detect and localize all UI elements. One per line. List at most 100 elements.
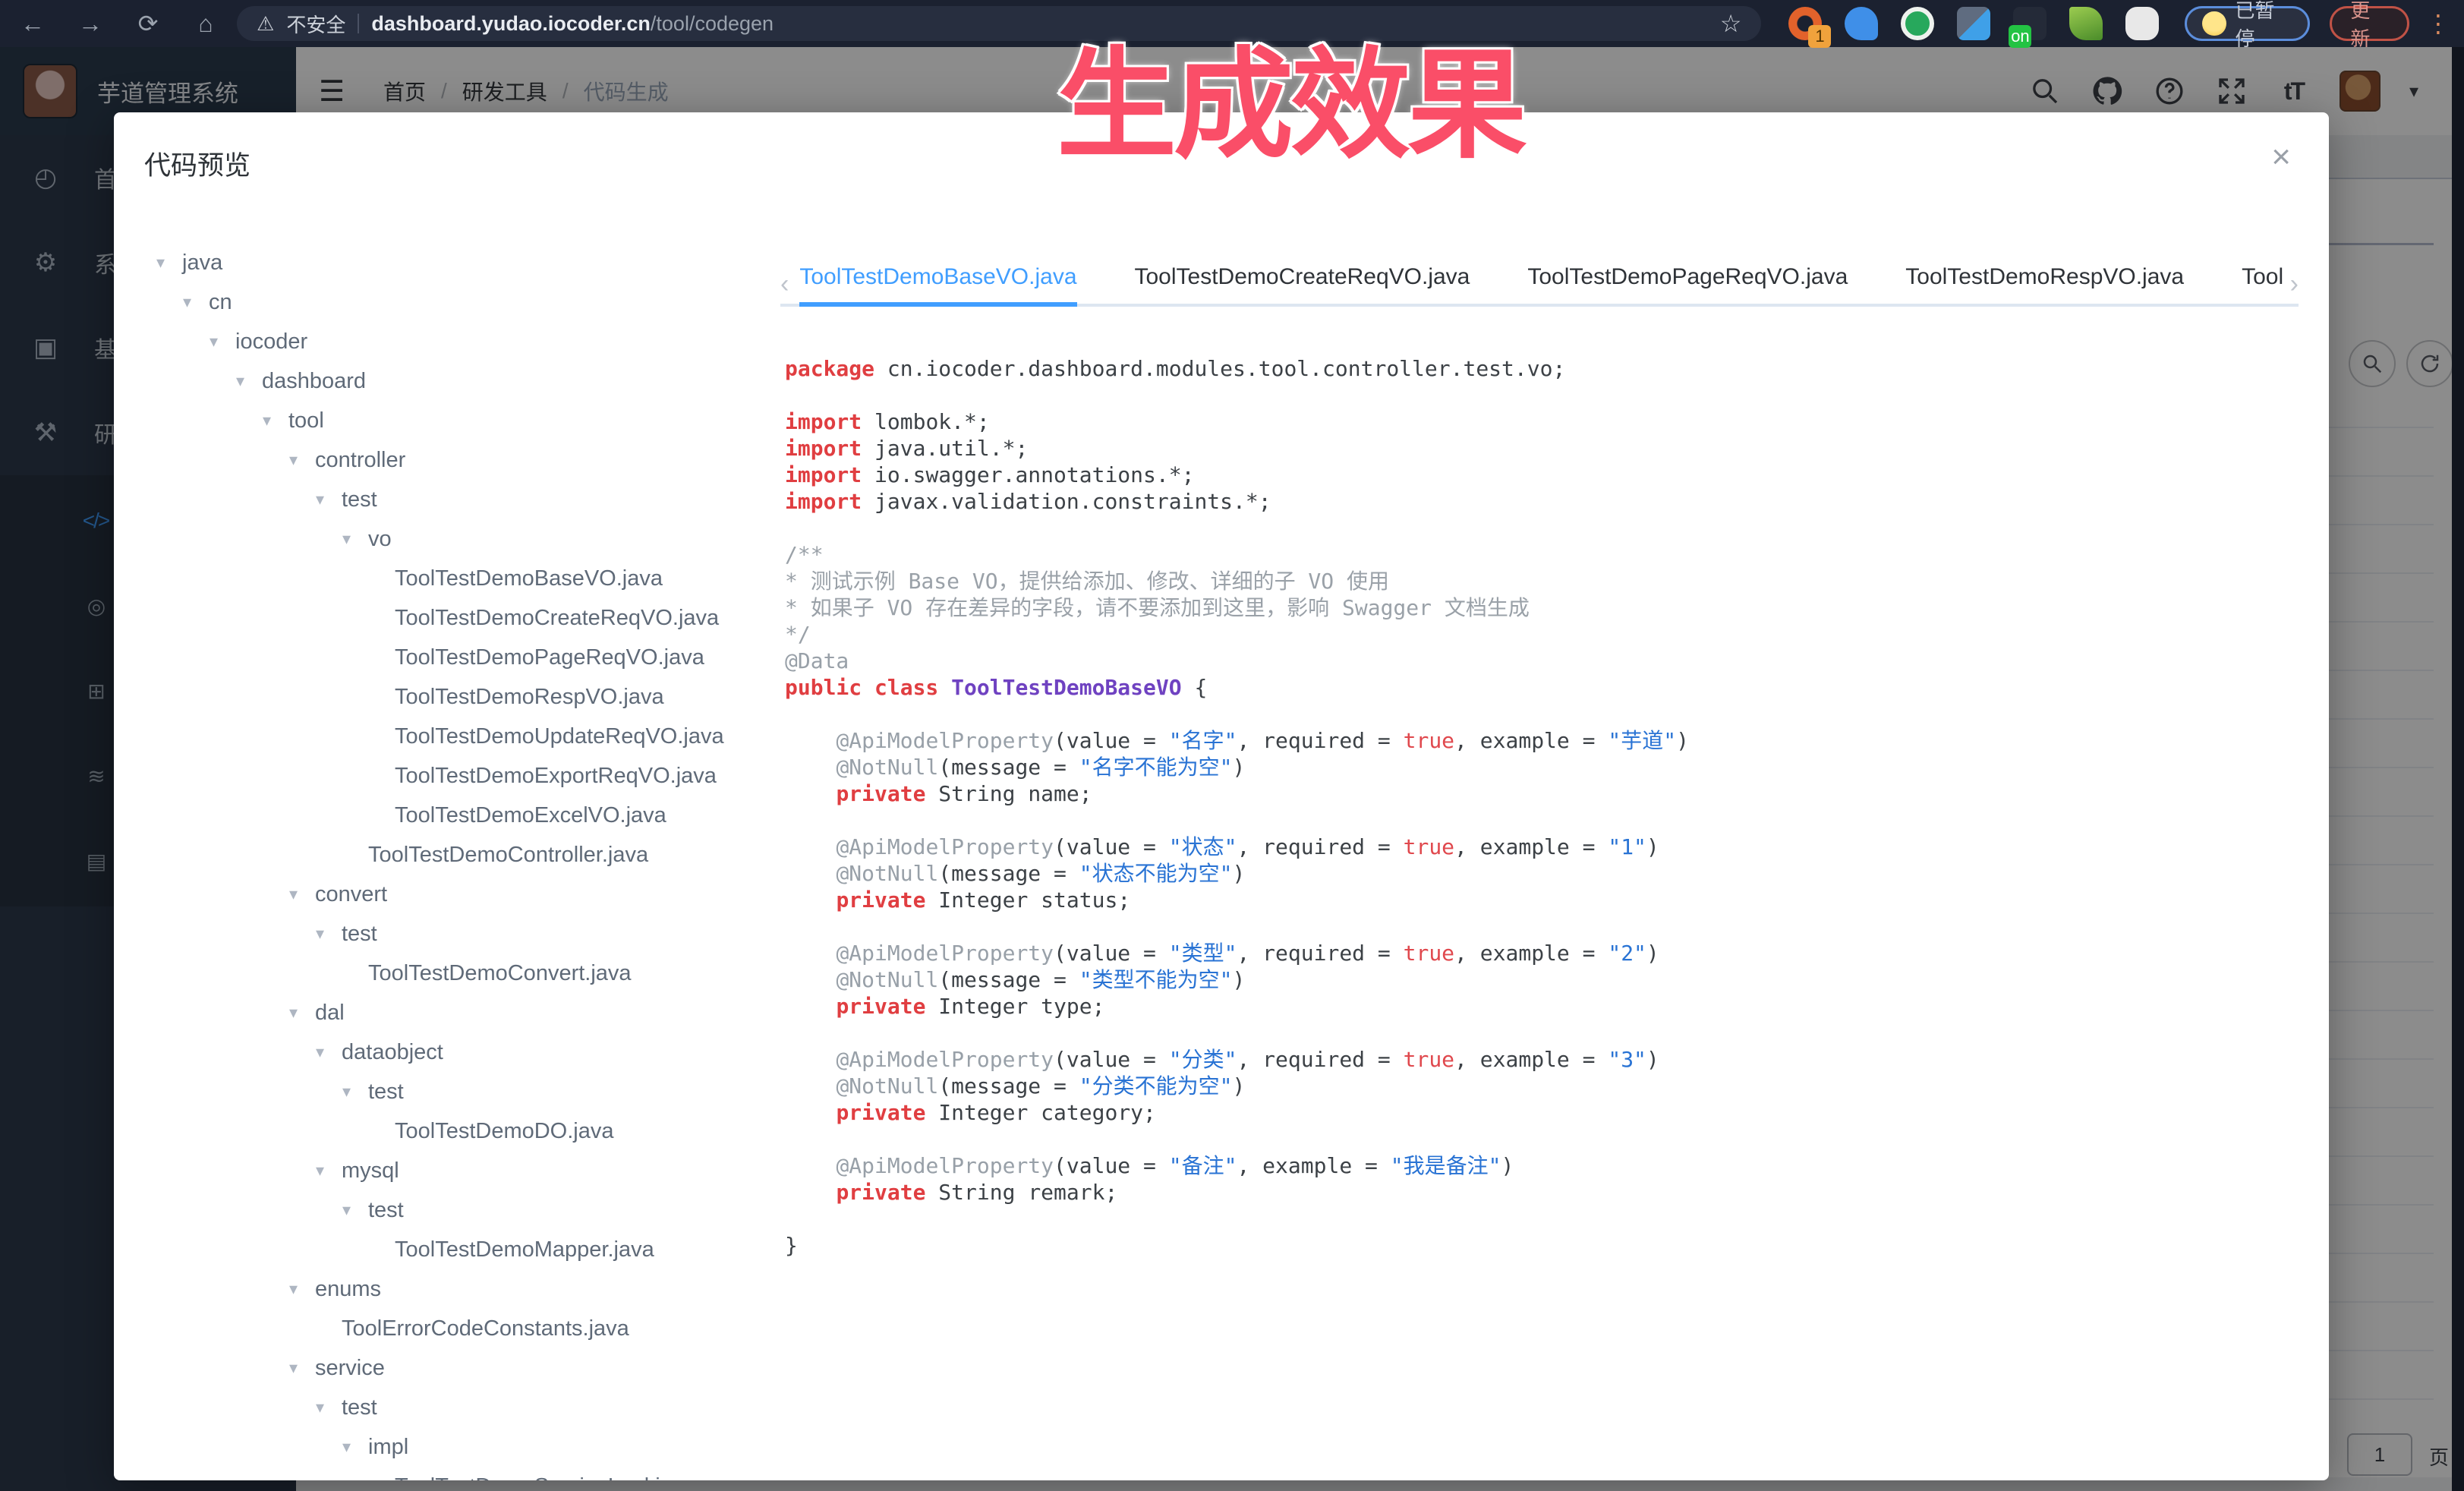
paused-extension-chip[interactable]: 已暂停 (2185, 6, 2310, 41)
tree-folder[interactable]: ▾dal (141, 993, 779, 1032)
security-label[interactable]: 不安全 (286, 10, 345, 38)
tree-file[interactable]: ToolTestDemoServiceImpl.java (141, 1467, 779, 1480)
tab-ToolTestDemoBaseVO.java[interactable]: ToolTestDemoBaseVO.java (799, 264, 1076, 307)
bookmark-star-icon[interactable]: ☆ (1720, 9, 1742, 38)
code-line: @NotNull(message = "名字不能为空") (785, 754, 2302, 780)
extension-on-switch-icon[interactable]: on (2013, 7, 2047, 40)
back-icon[interactable]: ← (15, 10, 50, 38)
tree-folder[interactable]: ▾convert (141, 875, 779, 914)
tab-scroll-prev-icon[interactable]: ‹ (780, 270, 799, 307)
tree-folder[interactable]: ▾test (141, 1190, 779, 1230)
code-line (785, 1206, 2302, 1232)
code-line: @NotNull(message = "类型不能为空") (785, 966, 2302, 993)
tree-folder[interactable]: ▾dataobject (141, 1032, 779, 1072)
tree-folder[interactable]: ▾dashboard (141, 361, 779, 401)
caret-down-icon[interactable]: ▾ (316, 1161, 342, 1181)
tree-file[interactable]: ToolTestDemoConvert.java (141, 954, 779, 993)
caret-down-icon[interactable]: ▾ (342, 1200, 368, 1220)
url-host: dashboard.yudao.iocoder.cn (371, 12, 651, 35)
extension-blue-diamond-icon[interactable] (1957, 7, 1990, 40)
tree-folder[interactable]: ▾test (141, 914, 779, 954)
caret-down-icon[interactable]: ▾ (236, 371, 262, 391)
tab-ToolTe[interactable]: ToolTe (2242, 264, 2283, 307)
tree-label: ToolTestDemoDO.java (395, 1119, 614, 1144)
extension-blue-drop-icon[interactable] (1845, 7, 1878, 40)
security-warning-icon[interactable]: ⚠ (257, 12, 274, 36)
code-line: package cn.iocoder.dashboard.modules.too… (785, 355, 2302, 382)
tree-file[interactable]: ToolTestDemoMapper.java (141, 1230, 779, 1269)
tab-ToolTestDemoRespVO.java[interactable]: ToolTestDemoRespVO.java (1905, 264, 2184, 307)
caret-down-icon[interactable]: ▾ (289, 884, 315, 904)
extension-leaf-icon[interactable] (2069, 7, 2103, 40)
tree-file[interactable]: ToolTestDemoController.java (141, 835, 779, 875)
caret-down-icon[interactable]: ▾ (342, 529, 368, 549)
extension-orange-ring-icon[interactable]: 1 (1788, 7, 1822, 40)
tree-folder[interactable]: ▾tool (141, 401, 779, 440)
tree-label: cn (209, 290, 232, 315)
tree-folder[interactable]: ▾enums (141, 1269, 779, 1309)
extension-on-switch-icon-badge: on (2009, 25, 2031, 48)
code-line: } (785, 1232, 2302, 1259)
tree-folder[interactable]: ▾test (141, 480, 779, 519)
annotation-banner: 生成效果 (1057, 8, 1524, 181)
tree-folder[interactable]: ▾iocoder (141, 322, 779, 361)
code-line: */ (785, 621, 2302, 648)
tab-ToolTestDemoCreateReqVO.java[interactable]: ToolTestDemoCreateReqVO.java (1135, 264, 1470, 307)
home-icon[interactable]: ⌂ (188, 10, 223, 38)
caret-down-icon[interactable]: ▾ (289, 450, 315, 470)
reload-icon[interactable]: ⟳ (131, 9, 165, 38)
caret-down-icon[interactable]: ▾ (342, 1437, 368, 1457)
tree-file[interactable]: ToolErrorCodeConstants.java (141, 1309, 779, 1348)
tree-folder[interactable]: ▾impl (141, 1427, 779, 1467)
tree-folder[interactable]: ▾vo (141, 519, 779, 559)
tree-file[interactable]: ToolTestDemoRespVO.java (141, 677, 779, 717)
caret-down-icon[interactable]: ▾ (289, 1279, 315, 1299)
tree-label: controller (315, 448, 405, 473)
browser-scrollbar[interactable] (2452, 47, 2464, 1491)
caret-down-icon[interactable]: ▾ (210, 332, 235, 351)
caret-down-icon[interactable]: ▾ (263, 411, 288, 430)
tree-file[interactable]: ToolTestDemoPageReqVO.java (141, 638, 779, 677)
file-tree: ▾java▾cn▾iocoder▾dashboard▾tool▾controll… (141, 243, 779, 1480)
tree-label: mysql (342, 1158, 399, 1184)
tree-folder[interactable]: ▾test (141, 1072, 779, 1111)
caret-down-icon[interactable]: ▾ (289, 1003, 315, 1023)
tab-scroll-next-icon[interactable]: › (2283, 270, 2299, 307)
url-path: /tool/codegen (651, 12, 774, 35)
tree-file[interactable]: ToolTestDemoExcelVO.java (141, 796, 779, 835)
extensions-puzzle-icon[interactable] (2125, 7, 2159, 40)
extension-green-check-icon[interactable] (1901, 7, 1934, 40)
tree-label: ToolTestDemoMapper.java (395, 1237, 654, 1262)
tree-folder[interactable]: ▾controller (141, 440, 779, 480)
tree-label: service (315, 1356, 385, 1381)
caret-down-icon[interactable]: ▾ (316, 490, 342, 509)
caret-down-icon[interactable]: ▾ (316, 924, 342, 944)
tree-label: ToolTestDemoPageReqVO.java (395, 645, 704, 670)
caret-down-icon[interactable]: ▾ (342, 1082, 368, 1102)
code-view[interactable]: package cn.iocoder.dashboard.modules.too… (785, 355, 2302, 1476)
tree-file[interactable]: ToolTestDemoDO.java (141, 1111, 779, 1151)
caret-down-icon[interactable]: ▾ (316, 1042, 342, 1062)
browser-menu-icon[interactable]: ⋮ (2426, 9, 2449, 38)
caret-down-icon[interactable]: ▾ (183, 292, 209, 312)
caret-down-icon[interactable]: ▾ (156, 253, 182, 273)
browser-update-button[interactable]: 更新 (2330, 6, 2409, 41)
tree-label: dataobject (342, 1040, 443, 1065)
tree-folder[interactable]: ▾cn (141, 282, 779, 322)
tree-file[interactable]: ToolTestDemoBaseVO.java (141, 559, 779, 598)
tree-folder[interactable]: ▾java (141, 243, 779, 282)
address-bar[interactable]: ⚠ 不安全 dashboard.yudao.iocoder.cn/tool/co… (237, 6, 1761, 41)
forward-icon[interactable]: → (73, 10, 108, 38)
tab-ToolTestDemoPageReqVO.java[interactable]: ToolTestDemoPageReqVO.java (1527, 264, 1848, 307)
close-icon[interactable]: × (2271, 138, 2291, 176)
tree-folder[interactable]: ▾mysql (141, 1151, 779, 1190)
tree-file[interactable]: ToolTestDemoCreateReqVO.java (141, 598, 779, 638)
caret-down-icon[interactable]: ▾ (289, 1358, 315, 1378)
caret-down-icon[interactable]: ▾ (316, 1398, 342, 1417)
code-line: private Integer type; (785, 993, 2302, 1020)
tree-file[interactable]: ToolTestDemoExportReqVO.java (141, 756, 779, 796)
tree-folder[interactable]: ▾test (141, 1388, 779, 1427)
tree-folder[interactable]: ▾service (141, 1348, 779, 1388)
tree-file[interactable]: ToolTestDemoUpdateReqVO.java (141, 717, 779, 756)
url-text[interactable]: dashboard.yudao.iocoder.cn/tool/codegen (371, 12, 774, 36)
